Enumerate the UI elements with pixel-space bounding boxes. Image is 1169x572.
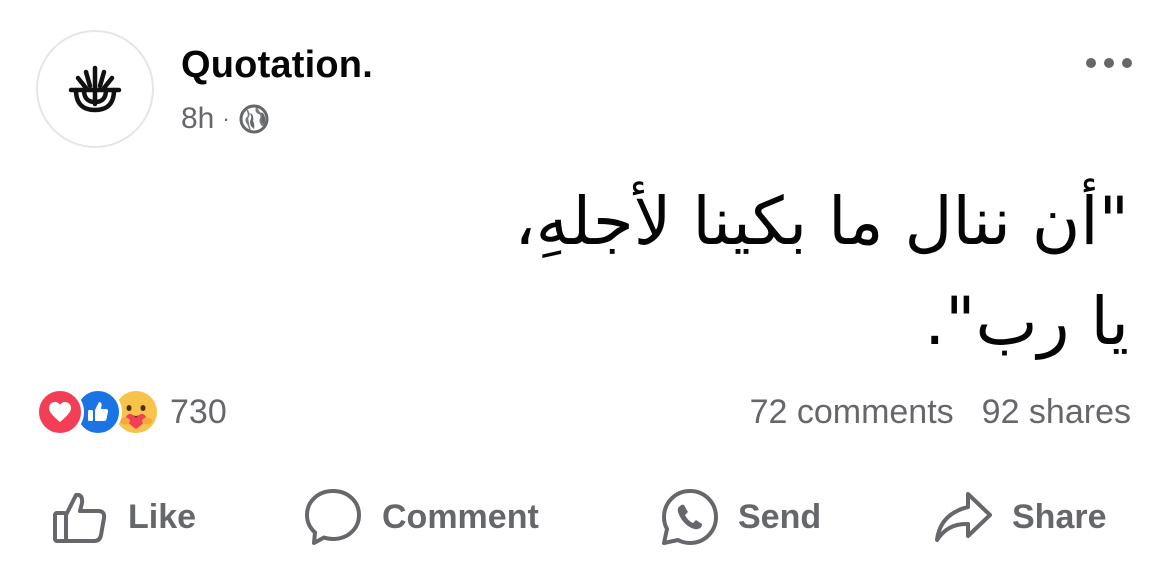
reactions-summary[interactable]: 730 <box>36 386 227 438</box>
comment-bubble-icon <box>305 489 361 545</box>
author-name[interactable]: Quotation. <box>181 44 373 87</box>
reaction-count: 730 <box>170 392 227 431</box>
plant-logo-icon <box>68 65 122 113</box>
send-label: Send <box>738 497 822 536</box>
like-label: Like <box>128 497 197 536</box>
post-stats: 730 72 comments 92 shares <box>36 386 1131 438</box>
post-time[interactable]: 8h <box>181 102 214 136</box>
share-label: Share <box>1012 497 1107 536</box>
meta-separator: · <box>222 106 230 131</box>
comments-count[interactable]: 72 comments <box>750 393 954 432</box>
avatar[interactable] <box>36 30 154 148</box>
post-text: "أن ننال ما بكينا لأجلهِ، يا رب". <box>229 172 1129 372</box>
comment-button[interactable]: Comment <box>302 482 539 552</box>
like-button[interactable]: Like <box>50 482 196 552</box>
globe-icon <box>239 104 269 134</box>
thumbs-up-icon <box>53 492 107 543</box>
post-header: Quotation. 8h · <box>36 30 1139 150</box>
engagement-counts: 72 comments 92 shares <box>750 386 1131 438</box>
post-text-line: "أن ننال ما بكينا لأجلهِ، <box>514 183 1129 260</box>
comment-label: Comment <box>382 497 539 536</box>
share-button[interactable]: Share <box>932 482 1107 552</box>
shares-count[interactable]: 92 shares <box>982 393 1131 432</box>
love-reaction-icon <box>36 388 84 436</box>
post-text-line: يا رب". <box>924 283 1129 360</box>
more-horizontal-icon <box>1086 58 1132 68</box>
action-bar: Like Comment Send Share <box>0 482 1169 552</box>
messenger-icon <box>662 489 718 545</box>
send-button[interactable]: Send <box>660 482 821 552</box>
share-arrow-icon <box>935 492 992 542</box>
post-meta: 8h · <box>181 102 270 136</box>
more-options-button[interactable] <box>1079 48 1139 78</box>
